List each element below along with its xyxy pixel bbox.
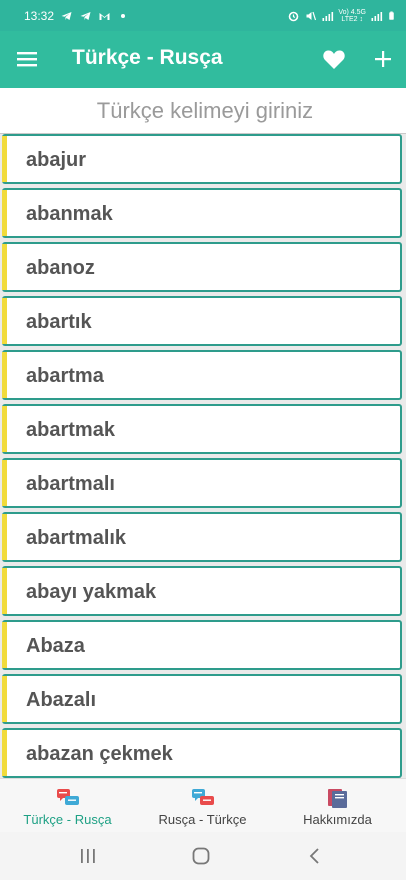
list-item-accent <box>2 622 7 668</box>
page-title: Türkçe - Rusça <box>72 46 223 69</box>
list-item-label: abartmak <box>26 419 115 441</box>
word-list: abajur abanmak abanoz abartık abartma ab… <box>0 134 406 778</box>
status-bar: 13:32 Vo) 4.5G LTE2 ↕ <box>0 0 406 31</box>
list-item-accent <box>2 676 7 722</box>
list-item[interactable]: abartmalık <box>2 512 402 562</box>
list-item-accent <box>2 298 7 344</box>
list-item[interactable]: abartık <box>2 296 402 346</box>
list-item-label: abanoz <box>26 257 95 279</box>
list-item-label: abazan çekmek <box>26 743 173 765</box>
home-icon[interactable] <box>191 846 211 866</box>
list-item-label: abartmalı <box>26 473 115 495</box>
app-bar: Türkçe - Rusça <box>0 31 406 88</box>
list-item-accent <box>2 190 7 236</box>
tab-turkce-rusca[interactable]: Türkçe - Rusça <box>0 779 135 833</box>
mute-icon <box>306 11 317 20</box>
signal-icon <box>371 11 383 21</box>
search-bar <box>0 88 406 134</box>
list-item-label: abartma <box>26 365 104 387</box>
telegram-icon <box>61 11 72 20</box>
list-item-label: abayı yakmak <box>26 581 157 603</box>
bottom-navigation: Türkçe - Rusça Rusça - Türkçe Hakkımızda <box>0 778 406 832</box>
plus-icon[interactable] <box>372 48 394 70</box>
list-item[interactable]: abartmak <box>2 404 402 454</box>
list-item-accent <box>2 514 7 560</box>
list-item-label: Abazalı <box>26 689 97 711</box>
search-input[interactable] <box>0 88 406 134</box>
signal-icon <box>322 11 334 21</box>
telegram-icon <box>80 11 91 20</box>
list-item-accent <box>2 406 7 452</box>
list-item-label: Abaza <box>26 635 85 657</box>
tab-label: Türkçe - Rusça <box>23 812 112 827</box>
books-icon <box>328 789 347 808</box>
status-time: 13:32 <box>24 8 55 23</box>
list-item[interactable]: abazan çekmek <box>2 728 402 778</box>
dictionary-tr-ru-icon <box>57 789 79 805</box>
network-top-text: Vo) 4.5G <box>338 8 366 16</box>
tab-label: Hakkımızda <box>303 812 372 827</box>
recents-icon[interactable] <box>78 846 98 866</box>
list-item-label: abartmalık <box>26 527 127 549</box>
list-item-label: abanmak <box>26 203 113 225</box>
list-item-accent <box>2 352 7 398</box>
list-item[interactable]: abanmak <box>2 188 402 238</box>
list-item[interactable]: abayı yakmak <box>2 566 402 616</box>
notification-dot-icon <box>121 13 126 18</box>
back-icon[interactable] <box>305 846 325 866</box>
alarm-icon <box>289 11 299 21</box>
list-item-accent <box>2 244 7 290</box>
network-type: Vo) 4.5G LTE2 ↕ <box>338 9 366 23</box>
heart-icon[interactable] <box>322 48 346 70</box>
list-item-accent <box>2 730 7 776</box>
list-item[interactable]: abartmalı <box>2 458 402 508</box>
list-item-label: abajur <box>26 149 87 171</box>
battery-icon <box>389 11 394 20</box>
tab-hakkimizda[interactable]: Hakkımızda <box>270 779 405 833</box>
system-navigation-bar <box>0 832 406 880</box>
hamburger-menu-icon[interactable] <box>16 49 38 69</box>
dictionary-ru-tr-icon <box>192 789 214 805</box>
list-item[interactable]: Abazalı <box>2 674 402 724</box>
network-bottom-text: LTE2 ↕ <box>341 15 363 23</box>
tab-rusca-turkce[interactable]: Rusça - Türkçe <box>135 779 270 833</box>
list-item-accent <box>2 460 7 506</box>
list-item-label: abartık <box>26 311 92 333</box>
gmail-icon <box>99 12 110 20</box>
list-item-accent <box>2 568 7 614</box>
tab-label: Rusça - Türkçe <box>158 812 247 827</box>
list-item[interactable]: Abaza <box>2 620 402 670</box>
list-item[interactable]: abartma <box>2 350 402 400</box>
list-item[interactable]: abanoz <box>2 242 402 292</box>
list-item-accent <box>2 136 7 182</box>
list-item[interactable]: abajur <box>2 134 402 184</box>
